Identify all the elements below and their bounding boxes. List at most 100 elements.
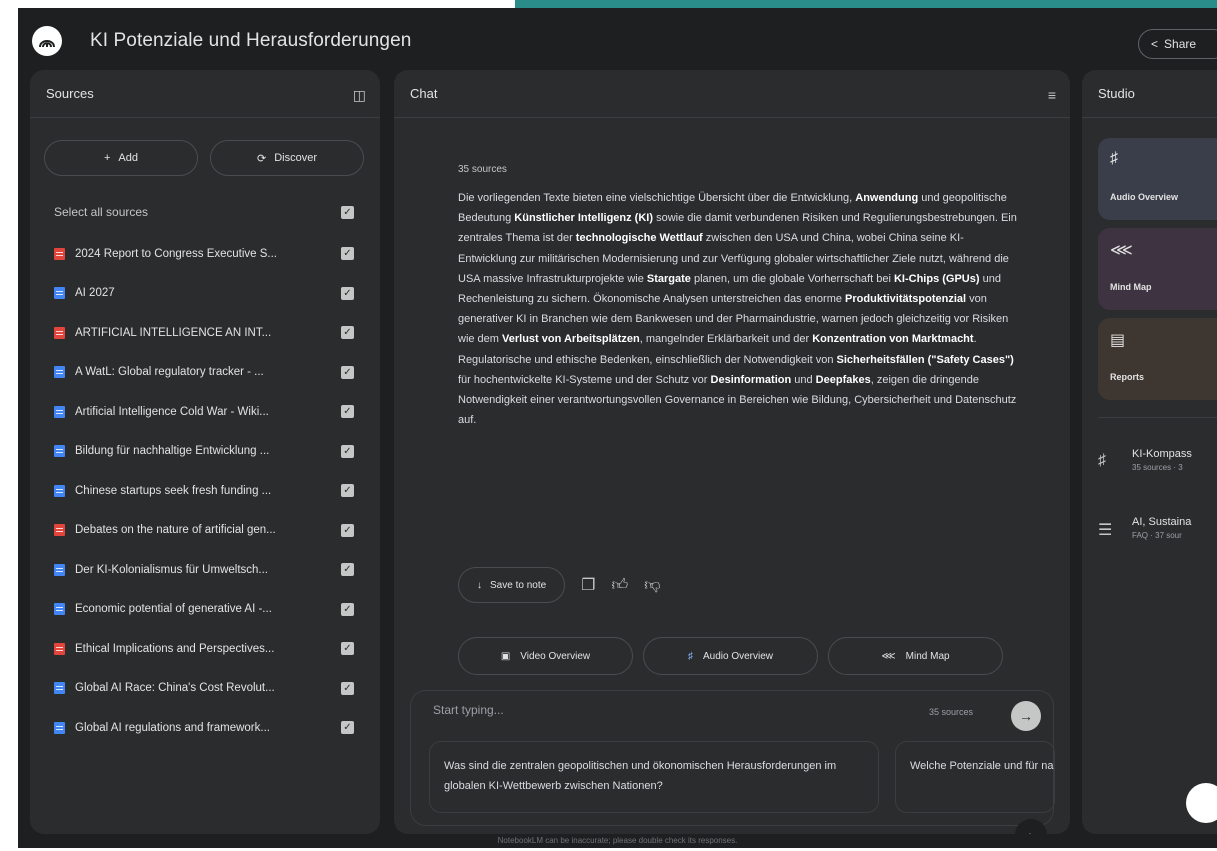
audio-wave-icon: ♯ (1098, 452, 1106, 469)
sources-panel: Sources ◫ + Add ⟳ Discover Select all so… (30, 70, 380, 834)
select-all-row[interactable]: Select all sources ✓ (54, 200, 354, 224)
composer-source-count: 35 sources (929, 707, 974, 717)
document-icon (54, 247, 65, 260)
disclaimer-text: NotebookLM can be inaccurate; please dou… (497, 836, 738, 845)
source-item[interactable]: Artificial Intelligence Cold War - Wiki.… (54, 392, 354, 432)
source-list: 2024 Report to Congress Executive S... ✓ A… (54, 234, 354, 748)
source-checkbox[interactable]: ✓ (341, 523, 354, 537)
card-label: Audio Overview (1110, 192, 1179, 202)
source-checkbox[interactable]: ✓ (341, 247, 354, 261)
note-subtitle: 35 sources · 3 (1132, 463, 1183, 472)
video-icon: ▣ (500, 650, 511, 662)
source-label: Economic potential of generative AI -... (75, 603, 272, 616)
mind-map-card[interactable]: ⋘ Mind Map (1098, 228, 1217, 310)
summary-highlight: Sicherheitsfällen ("Safety Cases") (836, 353, 1014, 366)
plus-icon: + (103, 152, 111, 164)
source-checkbox[interactable]: ✓ (341, 721, 354, 735)
source-checkbox[interactable]: ✓ (341, 326, 354, 340)
chat-settings-icon[interactable]: ≡ (1048, 87, 1056, 103)
source-item[interactable]: AI 2027 ✓ (54, 274, 354, 314)
source-label: Der KI-Kolonialismus für Umweltsch... (75, 563, 268, 576)
document-icon (54, 721, 65, 734)
studio-note-item[interactable]: ☰ AI, Sustaina FAQ · 37 sour (1098, 516, 1217, 556)
select-all-checkbox[interactable]: ✓ (341, 205, 354, 219)
save-to-note-label: Save to note (490, 579, 547, 591)
chat-composer: Start typing... 35 sources → Was sind di… (410, 690, 1055, 834)
thumbs-up-icon[interactable]: 👍︎ (612, 576, 629, 595)
overview-label: Mind Map (905, 650, 950, 662)
source-item[interactable]: Debates on the nature of artificial gen.… (54, 511, 354, 551)
source-item[interactable]: Global AI regulations and framework... ✓ (54, 708, 354, 748)
source-label: Bildung für nachhaltige Entwicklung ... (75, 445, 270, 458)
source-item[interactable]: Chinese startups seek fresh funding ... ✓ (54, 471, 354, 511)
document-icon (54, 484, 65, 497)
copy-icon[interactable]: ❐ (581, 575, 595, 595)
chat-panel: Chat ≡ 35 sources Die vorliegenden Texte… (394, 70, 1070, 834)
source-item[interactable]: Der KI-Kolonialismus für Umweltsch... ✓ (54, 550, 354, 590)
source-item[interactable]: 2024 Report to Congress Executive S... ✓ (54, 234, 354, 274)
summary-text: planen, um die globale Vorherrschaft bei (690, 272, 894, 285)
source-item[interactable]: Global AI Race: China's Cost Revolut... ✓ (54, 669, 354, 709)
source-label: Artificial Intelligence Cold War - Wiki.… (75, 405, 269, 418)
notebook-title[interactable]: KI Potenziale und Herausforderungen (90, 30, 411, 52)
source-checkbox[interactable]: ✓ (341, 642, 354, 656)
pin-icon: ↓ (477, 579, 482, 591)
source-checkbox[interactable]: ✓ (341, 286, 354, 300)
summary-highlight: KI-Chips (GPUs) (893, 272, 980, 285)
document-icon (54, 366, 65, 379)
chat-input[interactable]: Start typing... (433, 703, 504, 717)
chat-summary: Die vorliegenden Texte bieten eine viels… (458, 188, 1018, 430)
document-icon (54, 682, 65, 695)
suggestion-chip[interactable]: Was sind die zentralen geopolitischen un… (429, 741, 879, 813)
note-title: KI-Kompass (1132, 448, 1192, 460)
note-title: AI, Sustaina (1132, 516, 1192, 528)
source-item[interactable]: A WatL: Global regulatory tracker - ... ✓ (54, 353, 354, 393)
source-label: Ethical Implications and Perspectives... (75, 642, 275, 655)
summary-text: Die vorliegenden Texte bieten eine viels… (458, 192, 856, 204)
discover-label: Discover (274, 152, 317, 164)
source-item[interactable]: ARTIFICIAL INTELLIGENCE AN INT... ✓ (54, 313, 354, 353)
source-checkbox[interactable]: ✓ (341, 602, 354, 616)
summary-text: , mangelnder Erklärbarkeit und der (639, 333, 813, 346)
reports-card[interactable]: ▤ Reports (1098, 318, 1217, 400)
mind-map-icon: ⋘ (1110, 242, 1133, 259)
video-overview-button[interactable]: ▣ Video Overview (458, 637, 633, 675)
sources-header: Sources ◫ (30, 70, 380, 118)
share-button[interactable]: < Share (1138, 29, 1217, 59)
source-checkbox[interactable]: ✓ (341, 365, 354, 379)
source-item[interactable]: Bildung für nachhaltige Entwicklung ... ✓ (54, 432, 354, 472)
source-item[interactable]: Economic potential of generative AI -...… (54, 590, 354, 630)
studio-note-item[interactable]: ♯ KI-Kompass 35 sources · 3 (1098, 448, 1217, 488)
notebook-logo-icon[interactable] (32, 26, 62, 56)
audio-overview-button[interactable]: ♯ Audio Overview (643, 637, 818, 675)
summary-highlight: Verlust von Arbeitsplätzen (502, 333, 640, 346)
card-label: Mind Map (1110, 282, 1152, 292)
source-actions: + Add ⟳ Discover (44, 140, 364, 176)
summary-highlight: Desinformation (710, 373, 792, 386)
chat-source-count: 35 sources (458, 164, 507, 175)
add-source-button[interactable]: + Add (44, 140, 198, 176)
summary-highlight: Stargate (646, 272, 691, 285)
thumbs-down-icon[interactable]: 👎︎ (644, 576, 660, 595)
audio-overview-card[interactable]: ♯ Audio Overview (1098, 138, 1217, 220)
document-icon (54, 405, 65, 418)
source-item[interactable]: Ethical Implications and Perspectives...… (54, 629, 354, 669)
document-icon (54, 445, 65, 458)
mind-map-button[interactable]: ⋘ Mind Map (828, 637, 1003, 675)
save-to-note-button[interactable]: ↓ Save to note (458, 567, 566, 603)
next-suggestion-icon[interactable]: › (1015, 819, 1047, 834)
discover-button[interactable]: ⟳ Discover (210, 140, 364, 176)
source-checkbox[interactable]: ✓ (341, 563, 354, 577)
source-checkbox[interactable]: ✓ (341, 681, 354, 695)
audio-wave-icon: ♯ (687, 650, 693, 662)
share-label: Share (1164, 37, 1197, 51)
send-button[interactable]: → (1011, 701, 1041, 731)
document-icon (54, 603, 65, 616)
document-icon (54, 642, 65, 655)
source-checkbox[interactable]: ✓ (341, 484, 354, 498)
source-checkbox[interactable]: ✓ (341, 405, 354, 419)
source-checkbox[interactable]: ✓ (341, 444, 354, 458)
discover-icon: ⟳ (256, 152, 267, 165)
collapse-panel-icon[interactable]: ◫ (353, 87, 366, 104)
suggestion-chip[interactable]: Welche Potenziale und für nachhaltige (895, 741, 1055, 813)
